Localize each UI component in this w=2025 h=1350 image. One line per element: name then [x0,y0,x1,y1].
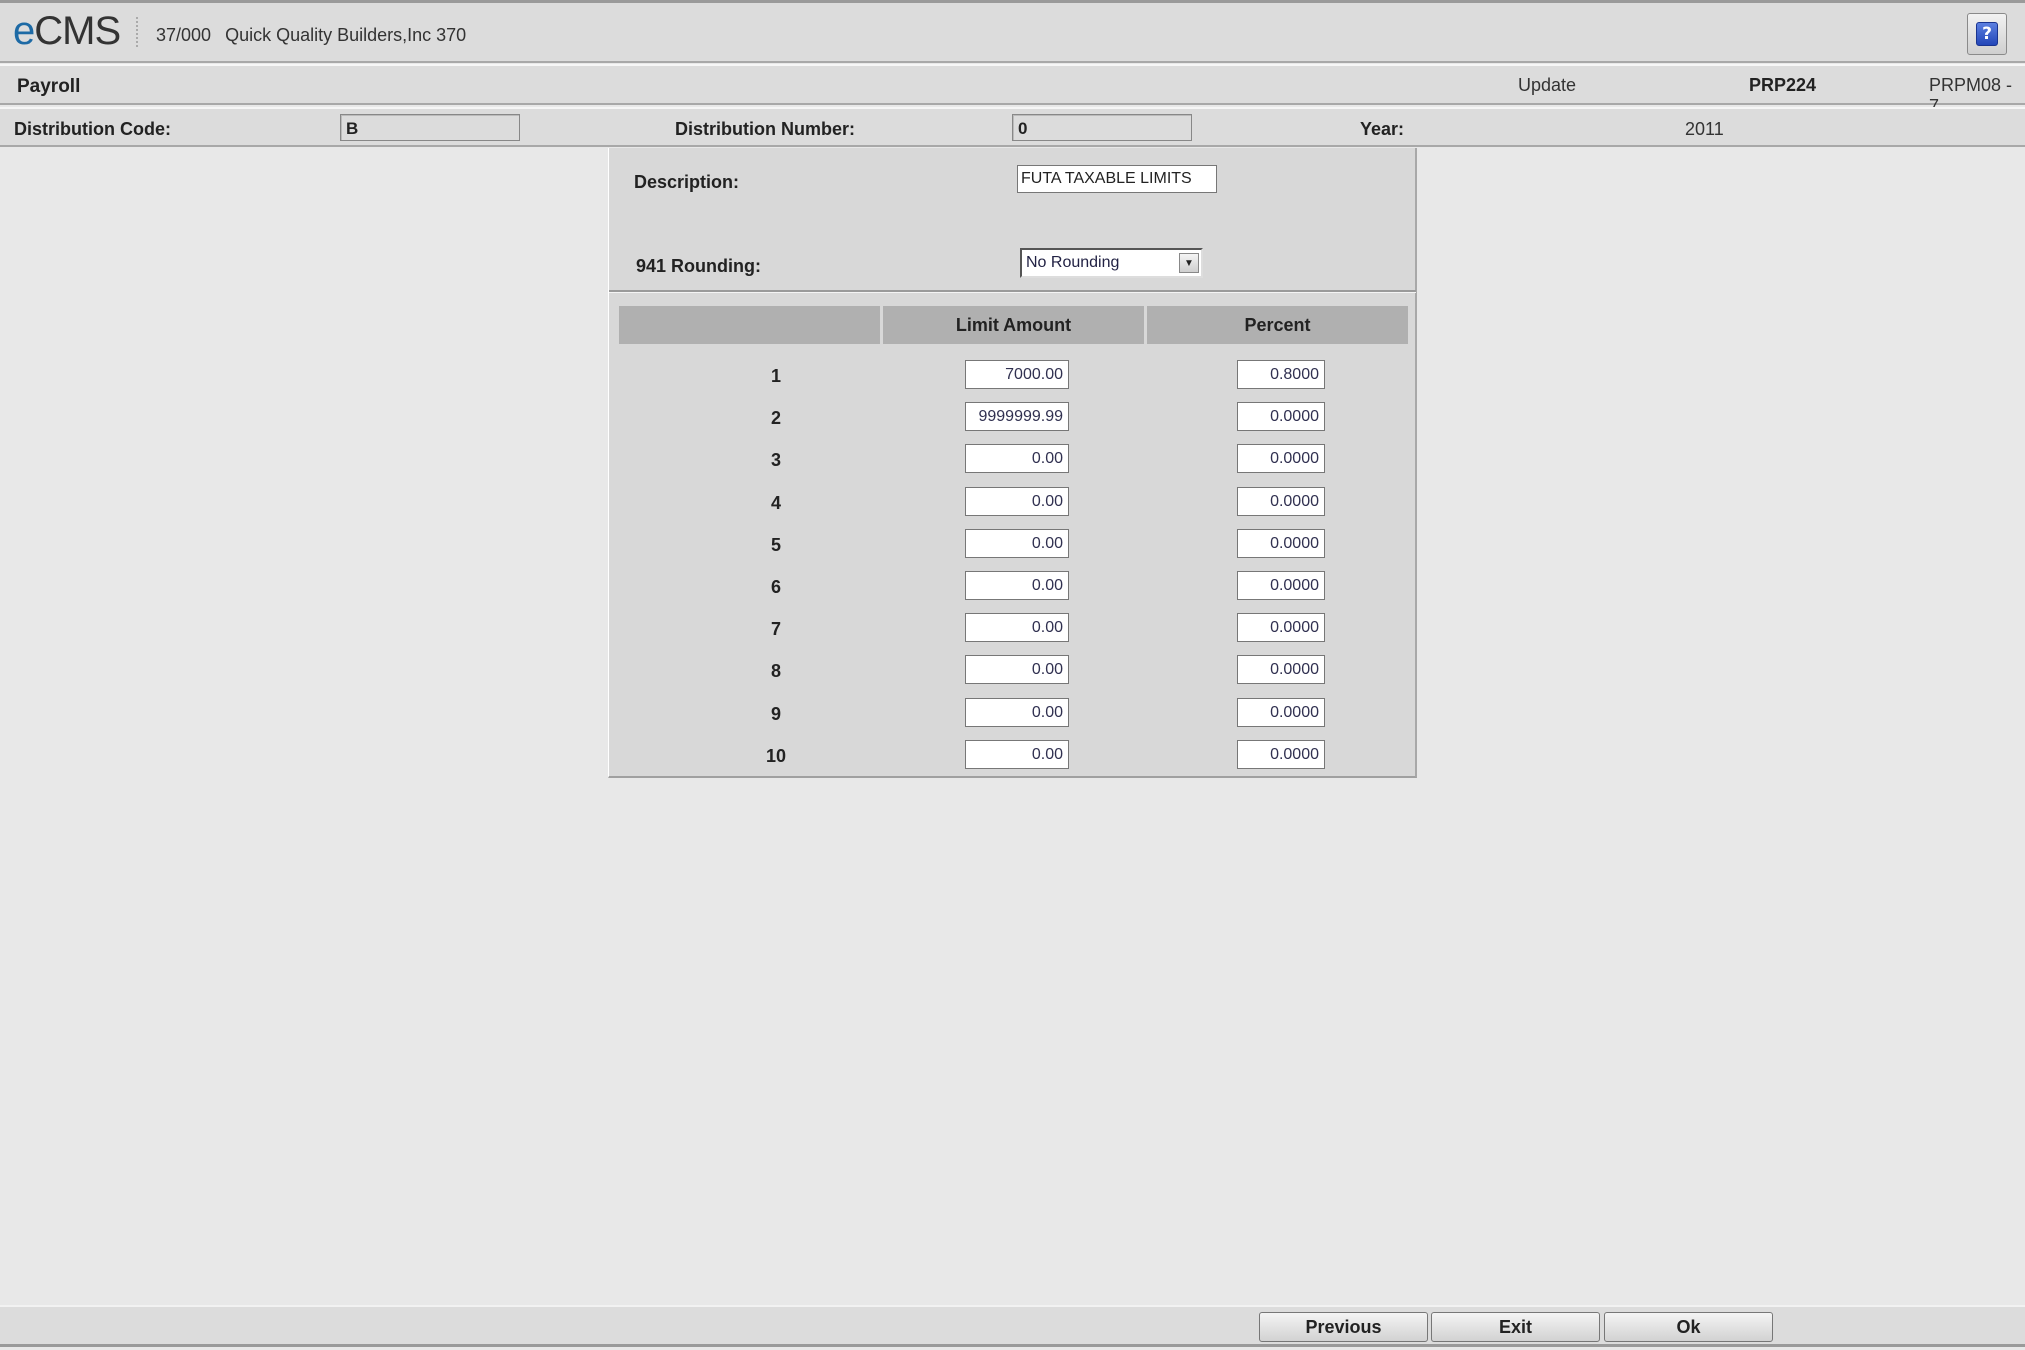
limit-amount-input[interactable] [965,655,1069,684]
help-button[interactable]: ? [1967,13,2007,55]
percent-input[interactable] [1237,360,1325,389]
percent-input[interactable] [1237,740,1325,769]
ok-button[interactable]: Ok [1604,1312,1773,1342]
percent-input[interactable] [1237,402,1325,431]
app-header: eCMS 37/000 Quick Quality Builders,Inc 37… [0,0,2025,63]
program-id: PRP224 [1749,75,1817,95]
limit-amount-input[interactable] [965,360,1069,389]
percent-input[interactable] [1237,698,1325,727]
limit-amount-input[interactable] [965,698,1069,727]
company-name: Quick Quality Builders,Inc 370 [225,25,467,45]
percent-input[interactable] [1237,613,1325,642]
row-number: 7 [770,619,781,639]
grid-header-limit-amount: Limit Amount [883,306,1144,344]
rounding-select[interactable]: No Rounding ▼ [1020,248,1203,278]
rounding-label: 941 Rounding: [636,256,761,276]
description-input[interactable] [1017,165,1217,193]
help-icon: ? [1976,22,1998,46]
limit-amount-input[interactable] [965,444,1069,473]
description-label: Description: [634,172,740,192]
limit-amount-input[interactable] [965,402,1069,431]
footer-bar: Previous Exit Ok [0,1305,2025,1347]
distribution-number-field: 0 [1012,114,1192,141]
limit-amount-input[interactable] [965,613,1069,642]
row-number: 2 [770,408,781,428]
row-number: 10 [765,746,787,766]
chevron-down-icon[interactable]: ▼ [1179,253,1199,273]
distribution-code-field: B [340,114,520,141]
percent-input[interactable] [1237,571,1325,600]
ecms-logo: eCMS [13,9,121,54]
row-number: 8 [770,661,781,681]
company-info: 37/000 Quick Quality Builders,Inc 370 [156,25,466,46]
limit-amount-input[interactable] [965,740,1069,769]
mode-indicator: Update [1518,75,1577,95]
logo-suffix: CMS [34,9,121,53]
previous-button[interactable]: Previous [1259,1312,1428,1342]
rounding-value: No Rounding [1026,254,1120,271]
percent-input[interactable] [1237,655,1325,684]
limit-amount-input[interactable] [965,487,1069,516]
grid-header-num [619,306,880,344]
percent-input[interactable] [1237,444,1325,473]
grid-header-percent: Percent [1147,306,1408,344]
year-label: Year: [1360,119,1405,139]
distribution-number-label: Distribution Number: [675,119,855,139]
percent-input[interactable] [1237,529,1325,558]
section-divider [609,290,1416,293]
detail-panel: Description: 941 Rounding: No Rounding ▼… [608,148,1417,778]
module-title: Payroll [17,76,81,97]
logo-separator [136,17,139,47]
module-bar: Payroll Update PRP224 PRPM08 - 7 [0,64,2025,116]
row-number: 6 [770,577,781,597]
exit-button[interactable]: Exit [1431,1312,1600,1342]
row-number: 1 [770,366,781,386]
row-number: 9 [770,704,781,724]
row-number: 5 [770,535,781,555]
limit-amount-input[interactable] [965,529,1069,558]
year-value: 2011 [1685,119,1724,139]
limit-amount-input[interactable] [965,571,1069,600]
key-bar: Distribution Code: B Distribution Number… [0,107,2025,147]
percent-input[interactable] [1237,487,1325,516]
logo-prefix: e [13,9,35,53]
distribution-code-label: Distribution Code: [14,119,171,139]
row-number: 3 [770,450,781,470]
company-code: 37/000 [156,25,212,45]
row-number: 4 [770,493,781,513]
